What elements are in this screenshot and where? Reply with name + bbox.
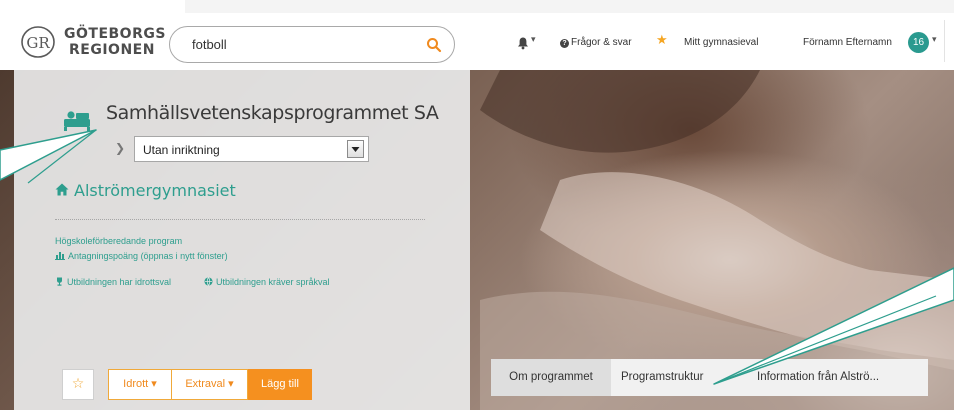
admission-points-label: Antagningspoäng (öppnas i nytt fönster) — [68, 251, 228, 261]
header-strip — [185, 0, 954, 13]
question-icon: ? — [560, 39, 569, 48]
inriktning-value: Utan inriktning — [143, 143, 220, 157]
bar-chart-icon — [55, 252, 65, 260]
notification-count-badge[interactable]: 16 — [908, 32, 929, 53]
page: GR GÖTEBORGS REGIONEN fotboll ▾ ? Frågor … — [0, 0, 954, 410]
admission-points-link[interactable]: Antagningspoäng (öppnas i nytt fönster) — [55, 251, 228, 261]
user-dropdown-caret[interactable]: ▾ — [932, 35, 937, 45]
top-header: GR GÖTEBORGS REGIONEN fotboll ▾ ? Frågor … — [0, 0, 954, 70]
program-type-link[interactable]: Högskoleförberedande program — [55, 236, 182, 246]
user-menu-link[interactable]: Förnamn Efternamn — [803, 37, 892, 48]
tab-school-information[interactable]: Information från Alströ... — [757, 359, 879, 396]
logo-text-line2: REGIONEN — [69, 42, 155, 58]
faq-label: Frågor & svar — [571, 37, 632, 48]
program-tabs: Om programmet Programstruktur Informatio… — [491, 359, 928, 396]
language-option-info: Utbildningen kräver språkval — [204, 277, 330, 287]
chevron-right-icon: ❯ — [115, 141, 126, 155]
chevron-down-icon — [351, 147, 360, 152]
sports-dropdown-button[interactable]: Idrott ▾ — [108, 369, 172, 400]
bell-icon[interactable] — [516, 36, 530, 50]
search-value[interactable]: fotboll — [192, 37, 227, 52]
tab-about-program[interactable]: Om programmet — [491, 359, 611, 396]
hero-banner: Samhällsvetenskapsprogrammet SA ❯ Utan i… — [0, 70, 954, 410]
favorite-star-button[interactable]: ☆ — [62, 369, 94, 400]
add-to-list-button[interactable]: Lägg till — [248, 369, 312, 400]
extra-choice-dropdown-button[interactable]: Extraval ▾ — [171, 369, 248, 400]
faq-link[interactable]: ? Frågor & svar — [560, 37, 632, 48]
sports-option-info: Utbildningen har idrottsval — [55, 277, 171, 287]
globe-icon — [204, 277, 213, 286]
logo[interactable]: GR GÖTEBORGS REGIONEN — [12, 18, 165, 64]
dotted-divider — [55, 219, 425, 220]
language-option-label: Utbildningen kräver språkval — [216, 277, 330, 287]
logo-mark: GR — [21, 26, 55, 58]
search-icon[interactable] — [426, 37, 442, 53]
school-link[interactable]: Alströmergymnasiet — [74, 181, 236, 200]
program-info-panel: Samhällsvetenskapsprogrammet SA ❯ Utan i… — [14, 70, 470, 410]
sports-option-label: Utbildningen har idrottsval — [67, 277, 172, 287]
search-input[interactable]: fotboll — [169, 26, 455, 63]
tab-program-structure[interactable]: Programstruktur — [621, 359, 703, 396]
program-title: Samhällsvetenskapsprogrammet SA — [106, 102, 439, 124]
bell-dropdown-caret[interactable]: ▾ — [531, 35, 536, 45]
home-icon — [55, 183, 69, 196]
logo-text-line1: GÖTEBORGS — [64, 26, 166, 42]
select-dropdown-button[interactable] — [347, 140, 364, 158]
inriktning-select[interactable]: Utan inriktning — [134, 136, 369, 162]
logo-mark-text: GR — [26, 34, 50, 52]
trophy-icon — [57, 277, 62, 286]
program-icon — [64, 111, 90, 131]
header-divider — [944, 20, 945, 62]
my-selection-link[interactable]: Mitt gymnasieval — [684, 37, 758, 48]
star-icon[interactable]: ★ — [656, 33, 668, 48]
